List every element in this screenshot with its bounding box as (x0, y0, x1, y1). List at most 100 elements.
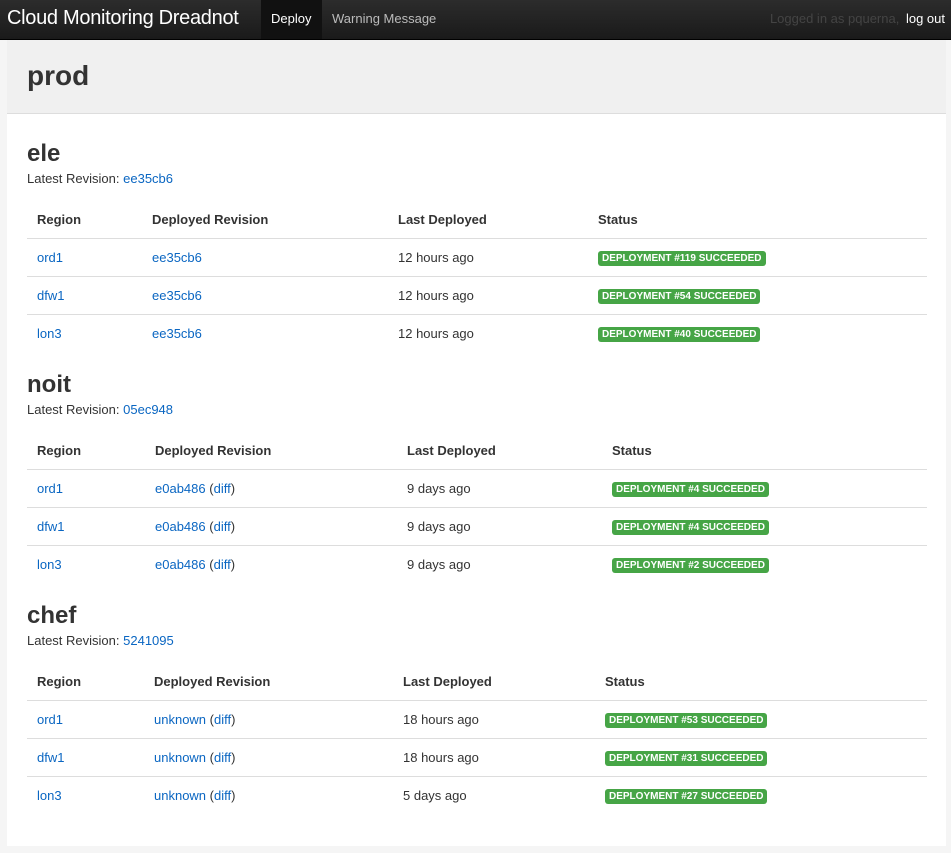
last-deployed-cell: 18 hours ago (393, 700, 595, 739)
revision-cell: e0ab486 (diff) (145, 469, 397, 508)
paren: ) (230, 481, 236, 496)
revision-link[interactable]: ee35cb6 (152, 250, 202, 265)
latest-revision-label: Latest Revision: (27, 633, 120, 648)
nav-deploy[interactable]: Deploy (261, 0, 322, 39)
paren: ) (231, 712, 236, 727)
column-header: Last Deployed (393, 662, 595, 701)
region-cell: ord1 (27, 700, 144, 739)
table-row: lon3 e0ab486 (diff) 9 days ago DEPLOYMENT #… (27, 546, 927, 584)
revision-cell: unknown (diff) (144, 777, 393, 815)
revision-link[interactable]: unknown (154, 712, 206, 727)
region-link[interactable]: ord1 (37, 250, 63, 265)
last-deployed-cell: 9 days ago (407, 557, 471, 572)
stack-section-ele: ele Latest Revision: ee35cb6 Region Deploye… (27, 140, 927, 352)
stack-title: chef (27, 602, 77, 629)
column-header: Deployed Revision (145, 431, 397, 470)
stack-title: ele (27, 140, 61, 167)
last-deployed-cell: 9 days ago (397, 507, 602, 546)
diff-link[interactable]: diff (214, 750, 231, 765)
region-link[interactable]: ord1 (37, 712, 63, 727)
stack-section-chef: chef Latest Revision: 5241095 Region Deploy… (27, 602, 927, 814)
user-info: Logged in as pquerna, log out (770, 0, 945, 37)
table-row: ord1 ee35cb6 12 hours ago DEPLOYMENT #119 S… (27, 238, 927, 277)
page-title: prod (27, 60, 90, 91)
region-cell: dfw1 (27, 507, 145, 546)
status-badge[interactable]: DEPLOYMENT #53 SUCCEEDED (605, 713, 768, 728)
status-badge[interactable]: DEPLOYMENT #54 SUCCEEDED (598, 289, 761, 304)
status-cell: DEPLOYMENT #4 SUCCEEDED (602, 507, 927, 546)
region-cell: ord1 (27, 238, 142, 277)
latest-revision-line: Latest Revision: 05ec948 (27, 402, 927, 417)
revision-link[interactable]: unknown (154, 788, 206, 803)
table-row: dfw1 e0ab486 (diff) 9 days ago DEPLOYMENT #… (27, 507, 927, 546)
latest-revision-label: Latest Revision: (27, 171, 120, 186)
column-header: Deployed Revision (144, 662, 393, 701)
diff-link[interactable]: diff (214, 519, 231, 534)
region-link[interactable]: lon3 (37, 788, 62, 803)
status-badge[interactable]: DEPLOYMENT #4 SUCCEEDED (612, 482, 769, 497)
paren: ) (230, 519, 236, 534)
revision-link[interactable]: e0ab486 (155, 481, 206, 496)
region-link[interactable]: dfw1 (37, 519, 64, 534)
stack-title: noit (27, 371, 71, 398)
logout-link[interactable]: log out (906, 11, 945, 26)
region-cell: dfw1 (27, 738, 144, 777)
latest-revision-line: Latest Revision: 5241095 (27, 633, 927, 648)
region-cell: lon3 (27, 777, 144, 815)
app-brand[interactable]: Cloud Monitoring Dreadnot (7, 7, 239, 30)
diff-link[interactable]: diff (214, 712, 231, 727)
latest-revision-link[interactable]: 5241095 (123, 633, 174, 648)
revision-cell: unknown (diff) (144, 738, 393, 777)
status-badge[interactable]: DEPLOYMENT #4 SUCCEEDED (612, 520, 769, 535)
status-cell: DEPLOYMENT #31 SUCCEEDED (595, 738, 927, 777)
revision-link[interactable]: ee35cb6 (152, 326, 202, 341)
region-link[interactable]: dfw1 (37, 288, 64, 303)
paren: ) (230, 557, 236, 572)
status-badge[interactable]: DEPLOYMENT #27 SUCCEEDED (605, 789, 768, 804)
nav-warning-message[interactable]: Warning Message (322, 0, 446, 39)
column-header: Status (602, 431, 927, 470)
status-cell: DEPLOYMENT #53 SUCCEEDED (595, 700, 927, 739)
region-cell: dfw1 (27, 276, 142, 315)
status-cell: DEPLOYMENT #4 SUCCEEDED (602, 469, 927, 508)
revision-link[interactable]: ee35cb6 (152, 288, 202, 303)
latest-revision-line: Latest Revision: ee35cb6 (27, 171, 927, 186)
column-header: Last Deployed (388, 200, 588, 239)
deployments-table: Region Deployed Revision Last Deployed Stat… (27, 431, 927, 583)
region-link[interactable]: lon3 (37, 326, 62, 341)
status-badge[interactable]: DEPLOYMENT #40 SUCCEEDED (598, 327, 761, 342)
latest-revision-label: Latest Revision: (27, 402, 120, 417)
region-link[interactable]: dfw1 (37, 750, 64, 765)
main-content: ele Latest Revision: ee35cb6 Region Deploye… (7, 114, 946, 846)
revision-link[interactable]: e0ab486 (155, 519, 206, 534)
diff-link[interactable]: diff (214, 481, 231, 496)
region-link[interactable]: ord1 (37, 481, 63, 496)
status-badge[interactable]: DEPLOYMENT #31 SUCCEEDED (605, 751, 768, 766)
last-deployed-cell: 12 hours ago (388, 276, 588, 315)
column-header: Status (588, 200, 927, 239)
diff-link[interactable]: diff (214, 788, 231, 803)
revision-cell: e0ab486 (diff) (145, 546, 397, 584)
column-header: Deployed Revision (142, 200, 388, 239)
stack-section-noit: noit Latest Revision: 05ec948 Region Deploy… (27, 371, 927, 583)
revision-link[interactable]: unknown (154, 750, 206, 765)
last-deployed-cell: 12 hours ago (388, 238, 588, 277)
paren: ) (231, 788, 236, 803)
diff-link[interactable]: diff (214, 557, 231, 572)
latest-revision-link[interactable]: ee35cb6 (123, 171, 173, 186)
revision-cell: e0ab486 (diff) (145, 507, 397, 546)
status-badge[interactable]: DEPLOYMENT #2 SUCCEEDED (612, 558, 769, 573)
region-link[interactable]: lon3 (37, 557, 62, 572)
table-row: ord1 unknown (diff) 18 hours ago DEPLOYMENT… (27, 700, 927, 739)
status-badge[interactable]: DEPLOYMENT #119 SUCCEEDED (598, 251, 766, 266)
last-deployed-cell: 12 hours ago (398, 326, 474, 341)
revision-cell: unknown (diff) (144, 700, 393, 739)
revision-link[interactable]: e0ab486 (155, 557, 206, 572)
latest-revision-link[interactable]: 05ec948 (123, 402, 173, 417)
region-cell: lon3 (27, 546, 145, 584)
top-navbar: Cloud Monitoring Dreadnot Deploy Warning… (0, 0, 951, 40)
last-deployed-cell: 18 hours ago (393, 738, 595, 777)
column-header: Region (27, 431, 145, 470)
status-cell: DEPLOYMENT #2 SUCCEEDED (602, 546, 927, 584)
revision-cell: ee35cb6 (142, 276, 388, 315)
